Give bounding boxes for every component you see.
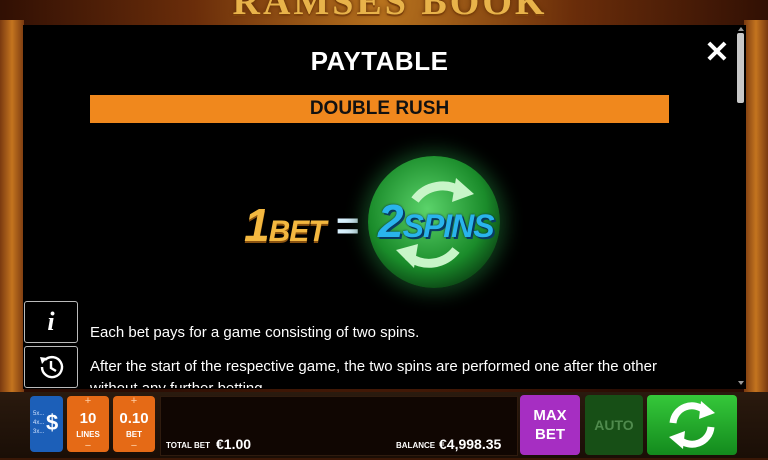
- bet-label: BET: [126, 430, 142, 439]
- info-button[interactable]: i: [24, 301, 78, 343]
- bet-minus-button[interactable]: −: [113, 440, 155, 452]
- paytable-paragraph: After the start of the respective game, …: [90, 358, 657, 388]
- section-heading-double-rush: DOUBLE RUSH: [90, 95, 669, 123]
- multiplier-line: 3x...: [33, 429, 45, 435]
- lines-stepper[interactable]: + 10 LINES −: [67, 395, 109, 452]
- spin-button[interactable]: [647, 395, 737, 455]
- scrollbar-thumb[interactable]: [737, 33, 744, 103]
- max-bet-button[interactable]: MAX BET: [520, 395, 580, 455]
- game-logo: RAMSES BOOK: [170, 0, 610, 22]
- multiplier-lines: 5x... 4x... 3x...: [33, 410, 47, 437]
- one-bet-number: 1: [244, 199, 270, 251]
- two-spins-word: SPINS: [402, 208, 495, 244]
- one-bet-text: 1BET: [244, 198, 327, 252]
- balance-value: €4,998.35: [439, 436, 502, 452]
- lines-value: 10: [79, 410, 97, 427]
- lines-minus-button[interactable]: −: [67, 440, 109, 452]
- bet-stepper[interactable]: + 0.10 BET −: [113, 395, 155, 452]
- multiplier-line: 4x...: [33, 420, 45, 426]
- multiplier-line: 5x...: [33, 411, 45, 417]
- left-pillar-decoration: [0, 20, 24, 400]
- total-bet-label: TOTAL BET: [166, 441, 210, 450]
- dollar-icon: $: [46, 410, 59, 435]
- close-button[interactable]: ✕: [702, 38, 732, 68]
- scroll-down-arrow-icon[interactable]: [738, 381, 744, 385]
- game-logo-text: RAMSES BOOK: [232, 0, 548, 22]
- paytable-paragraph: Each bet pays for a game consisting of t…: [90, 324, 420, 341]
- two-spins-text: 2SPINS: [378, 194, 495, 248]
- scroll-up-arrow-icon[interactable]: [738, 27, 744, 31]
- max-bet-label-line2: BET: [535, 426, 565, 443]
- balance-label: BALANCE: [396, 441, 436, 450]
- lines-label: LINES: [76, 430, 100, 439]
- max-bet-label-line1: MAX: [533, 407, 567, 424]
- equals-sign: =: [336, 204, 360, 248]
- right-pillar-decoration: [744, 20, 768, 400]
- autoplay-button[interactable]: AUTO: [585, 395, 643, 455]
- bet-plus-button[interactable]: +: [113, 395, 155, 407]
- spin-arrows-icon: [669, 401, 715, 449]
- history-button[interactable]: [24, 346, 78, 388]
- history-clock-icon: [40, 355, 64, 379]
- one-bet-word: BET: [268, 215, 327, 248]
- total-bet-value: €1.00: [216, 436, 252, 452]
- lines-plus-button[interactable]: +: [67, 395, 109, 407]
- double-rush-illustration: 1BET = 2SPINS: [240, 152, 530, 292]
- bet-value: 0.10: [119, 410, 149, 427]
- two-spins-number: 2: [378, 195, 404, 247]
- paytable-title: PAYTABLE: [310, 46, 449, 76]
